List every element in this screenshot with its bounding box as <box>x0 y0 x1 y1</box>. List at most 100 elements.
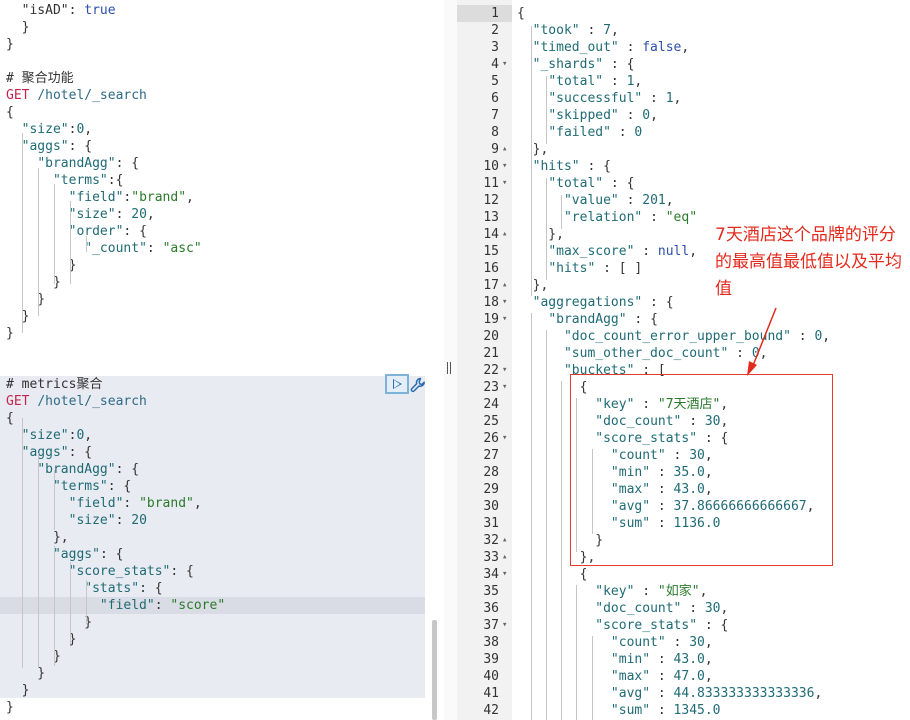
request-line: } <box>6 325 14 342</box>
fold-open-icon[interactable]: ▾ <box>502 379 512 396</box>
code-token: : { <box>603 176 635 191</box>
response-line: "total" : 1, <box>517 73 642 90</box>
response-line: "doc_count_error_upper_bound" : 0, <box>517 328 830 345</box>
response-line: "key" : "7天酒店", <box>517 396 728 413</box>
code-token: null <box>657 244 690 259</box>
response-line: }, <box>517 549 596 566</box>
request-line: { <box>6 410 14 427</box>
fold-open-icon[interactable]: ▾ <box>502 294 512 311</box>
indent-guide <box>546 76 547 144</box>
code-token: "field" <box>68 496 124 511</box>
response-line: }, <box>517 141 549 158</box>
code-token: "max" <box>610 669 651 684</box>
code-token: "min" <box>610 465 651 480</box>
code-token: "如家" <box>657 584 700 599</box>
line-number: 19 <box>483 312 499 327</box>
request-editor[interactable]: "isAD": true }} # 聚合功能 GET /hotel/_search{… <box>0 0 428 720</box>
splitter-handle-icon[interactable] <box>446 362 454 374</box>
code-token: , <box>704 669 713 684</box>
fold-open-icon[interactable]: ▾ <box>502 311 512 328</box>
code-token: : <box>650 516 674 531</box>
code-token: : <box>665 448 690 463</box>
response-viewer[interactable]: 1 2 3 4 ▾ 5 6 7 8 9 ▴ 10 ▾ 11 ▾ 12 13 14 ▴ 15 16 17 ▴ 18 ▾ 19 ▾ 20 2… <box>457 0 910 720</box>
code-token: , <box>84 122 93 137</box>
fold-open-icon[interactable]: ▾ <box>502 617 512 634</box>
indent-guide <box>561 195 562 229</box>
line-number: 36 <box>483 601 499 616</box>
line-number: 16 <box>483 261 499 276</box>
code-token: "sum_other_doc_count" <box>563 346 729 361</box>
code-token: : <box>681 414 705 429</box>
request-line: "stats": { <box>6 580 162 597</box>
fold-close-icon[interactable]: ▴ <box>502 141 512 158</box>
line-number: 12 <box>483 193 499 208</box>
fold-open-icon[interactable]: ▾ <box>502 362 512 379</box>
request-line: "field": "brand", <box>6 495 202 512</box>
line-number: 34 <box>483 567 499 582</box>
code-token: 1345.0 <box>673 703 721 718</box>
code-token: , <box>650 108 658 123</box>
code-token: /hotel/_search <box>37 394 147 409</box>
fold-open-icon[interactable]: ▾ <box>502 175 512 192</box>
response-line: "relation" : "eq" <box>517 209 697 226</box>
wrench-icon[interactable] <box>410 377 426 393</box>
code-token: : <box>115 513 132 528</box>
indent-guide <box>22 133 23 333</box>
fold-open-icon[interactable]: ▾ <box>502 158 512 175</box>
fold-close-icon[interactable]: ▴ <box>502 226 512 243</box>
code-token: , <box>699 584 708 599</box>
code-token: , <box>704 448 713 463</box>
fold-close-icon[interactable]: ▴ <box>502 549 512 566</box>
fold-close-icon[interactable]: ▴ <box>502 532 512 549</box>
code-token: "brandAgg" <box>37 156 116 171</box>
code-token: 0 <box>634 125 643 140</box>
line-number: 24 <box>483 397 499 412</box>
response-line: "aggregations" : { <box>517 294 674 311</box>
code-token: } <box>6 666 46 681</box>
request-editor-scrollbar[interactable] <box>432 620 437 720</box>
code-token: : <box>634 244 658 259</box>
request-line: } <box>6 36 14 53</box>
request-line: "size":0, <box>6 121 92 138</box>
request-line: GET /hotel/_search <box>6 393 147 410</box>
indent-guide <box>592 636 593 720</box>
code-token: "count" <box>610 448 666 463</box>
code-token: "eq" <box>665 210 698 225</box>
code-token: , <box>665 193 674 208</box>
fold-close-icon[interactable]: ▴ <box>502 277 512 294</box>
fold-open-icon[interactable]: ▾ <box>502 566 512 583</box>
indent-guide <box>531 313 532 720</box>
pane-splitter[interactable] <box>444 0 457 720</box>
code-token: "max_score" <box>548 244 635 259</box>
line-number: 37 <box>483 618 499 633</box>
code-token: "failed" <box>548 125 611 140</box>
code-token: false <box>642 40 682 55</box>
code-token: , <box>822 329 831 344</box>
request-line: } <box>6 19 30 36</box>
request-line: "brandAgg": { <box>6 155 139 172</box>
code-token: : { <box>579 159 611 174</box>
code-token: "_count" <box>84 241 147 256</box>
code-token: } <box>6 326 14 341</box>
request-line: # metrics聚合 <box>6 376 102 393</box>
fold-open-icon[interactable]: ▾ <box>502 430 512 447</box>
fold-open-icon[interactable]: ▾ <box>502 56 512 73</box>
code-token: } <box>6 258 77 273</box>
code-token: "score" <box>170 598 226 613</box>
code-token: , <box>186 190 194 205</box>
code-token: : { <box>697 618 729 633</box>
code-token: , <box>146 207 155 222</box>
run-request-button[interactable] <box>385 374 409 394</box>
code-token: "took" <box>532 23 580 38</box>
code-token: "aggregations" <box>532 295 643 310</box>
code-token: 35.0 <box>673 465 705 480</box>
